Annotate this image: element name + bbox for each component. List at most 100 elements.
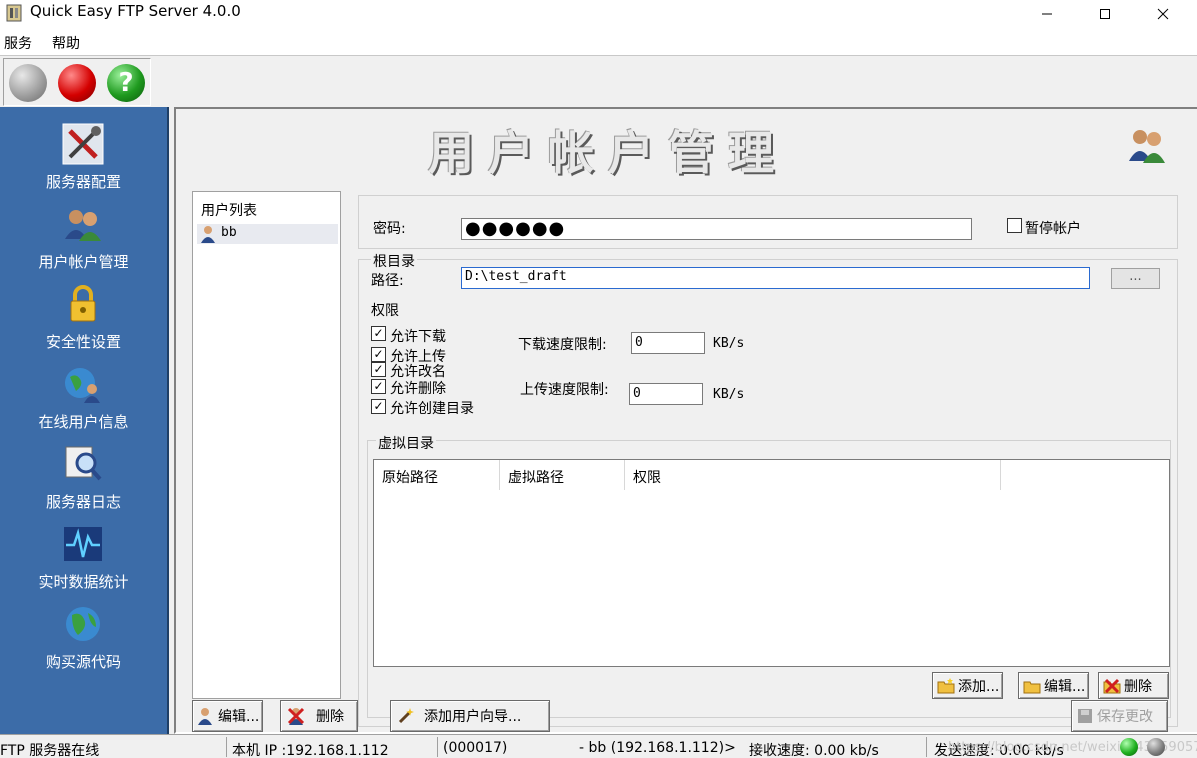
- sidebar-item-server-config[interactable]: 服务器配置: [0, 123, 167, 203]
- sidebar-item-server-log[interactable]: 服务器日志: [0, 443, 167, 523]
- sidebar-item-label: 购买源代码: [45, 653, 121, 671]
- edit-user-button[interactable]: 编辑...: [192, 700, 263, 732]
- connection-counter: (000017): [443, 740, 508, 756]
- menu-bar: 服务 帮助: [0, 27, 1197, 55]
- activity-indicator-icon: [1147, 738, 1165, 756]
- app-icon: [6, 4, 22, 22]
- sidebar-item-statistics[interactable]: 实时数据统计: [0, 523, 167, 603]
- permissions-title: 权限: [371, 303, 399, 319]
- allow-download-checkbox[interactable]: ✓: [371, 326, 386, 341]
- upload-limit-input[interactable]: 0: [629, 383, 703, 405]
- save-icon: [1078, 709, 1092, 723]
- delete-icon: [1103, 678, 1121, 693]
- status-bar: FTP 服务器在线 本机 IP :192.168.1.112 (000017) …: [0, 734, 1197, 758]
- download-limit-label: 下载速度限制:: [518, 337, 607, 353]
- root-group-label: 根目录: [371, 251, 417, 271]
- delete-user-label: 删除: [316, 709, 344, 725]
- allow-download-label: 允许下载: [390, 329, 446, 345]
- minimize-button[interactable]: [1024, 0, 1070, 27]
- pulse-icon: [64, 527, 102, 561]
- allow-delete-checkbox[interactable]: ✓: [371, 379, 386, 394]
- sidebar-item-label: 在线用户信息: [38, 413, 129, 431]
- download-limit-unit: KB/s: [713, 336, 745, 351]
- toolbar-button-group: ?: [3, 58, 151, 106]
- password-value: ●●●●●●: [465, 218, 566, 239]
- vdir-delete-label: 删除: [1124, 678, 1152, 695]
- question-icon: ?: [118, 68, 134, 98]
- add-user-wizard-button[interactable]: 添加用户向导...: [390, 700, 550, 732]
- upload-limit-unit: KB/s: [713, 387, 745, 402]
- column-header-source-path[interactable]: 原始路径: [374, 460, 500, 490]
- local-ip: 本机 IP :192.168.1.112: [232, 743, 389, 758]
- maximize-button[interactable]: [1082, 0, 1128, 27]
- menu-help[interactable]: 帮助: [52, 33, 80, 53]
- receive-speed: 接收速度: 0.00 kb/s: [749, 743, 879, 758]
- globe-users-icon: [65, 368, 100, 403]
- allow-mkdir-checkbox[interactable]: ✓: [371, 399, 386, 414]
- allow-rename-checkbox[interactable]: ✓: [371, 362, 386, 377]
- main-panel: 用户帐户管理 用户列表 bb 密码: ●●●●●● 暂停帐户 根目录 路径: D…: [174, 107, 1197, 734]
- folder-icon: [1023, 681, 1041, 693]
- allow-mkdir-label: 允许创建目录: [390, 401, 474, 417]
- maximize-icon: [1100, 8, 1110, 19]
- tools-icon: [62, 123, 104, 165]
- allow-delete-label: 允许删除: [390, 381, 446, 397]
- status-separator: [926, 737, 927, 757]
- folder-add-icon: [937, 677, 955, 693]
- users-icon: [1129, 130, 1165, 163]
- path-label: 路径:: [371, 273, 404, 289]
- suspend-account-label: 暂停帐户: [1025, 221, 1081, 237]
- virtual-directory-table[interactable]: 原始路径 虚拟路径 权限: [373, 459, 1170, 667]
- lock-icon: [70, 285, 96, 322]
- title-bar: Quick Easy FTP Server 4.0.0: [0, 0, 1197, 27]
- toolbar: ?: [0, 55, 1197, 107]
- status-separator: [226, 737, 227, 757]
- password-label: 密码:: [373, 221, 406, 237]
- upload-limit-value: 0: [633, 386, 641, 401]
- save-changes-button[interactable]: 保存更改: [1071, 700, 1168, 732]
- vdir-delete-button[interactable]: 删除: [1098, 672, 1169, 699]
- sidebar-item-user-accounts[interactable]: 用户帐户管理: [0, 203, 167, 283]
- delete-user-icon: [287, 707, 305, 725]
- start-server-button[interactable]: [9, 64, 47, 102]
- users-icon: [65, 210, 101, 241]
- download-limit-input[interactable]: 0: [631, 332, 705, 354]
- delete-user-button[interactable]: 删除: [280, 700, 358, 732]
- globe-icon: [66, 607, 100, 641]
- user-icon: [201, 226, 215, 243]
- vdir-add-button[interactable]: 添加...: [932, 672, 1003, 699]
- close-icon: [1157, 8, 1169, 19]
- path-input[interactable]: D:\test_draft: [461, 267, 1090, 289]
- virtual-directory-title: 虚拟目录: [376, 433, 436, 453]
- virtual-directory-group: 虚拟目录 原始路径 虚拟路径 权限 添加... 编辑... 删除: [367, 433, 1171, 718]
- help-button[interactable]: ?: [107, 64, 145, 102]
- user-list-header: 用户列表: [201, 203, 257, 219]
- list-item[interactable]: bb: [197, 224, 338, 244]
- stop-server-button[interactable]: [58, 64, 96, 102]
- online-indicator-icon: [1120, 738, 1138, 756]
- sidebar-item-buy-source[interactable]: 购买源代码: [0, 603, 167, 683]
- suspend-account-checkbox[interactable]: [1007, 218, 1022, 233]
- status-separator: [437, 737, 438, 757]
- user-list: 用户列表 bb: [192, 191, 341, 699]
- window-title: Quick Easy FTP Server 4.0.0: [30, 2, 241, 20]
- sidebar-item-label: 服务器日志: [45, 493, 121, 511]
- vdir-edit-button[interactable]: 编辑...: [1018, 672, 1089, 699]
- menu-service[interactable]: 服务: [4, 33, 32, 53]
- password-group: 密码: ●●●●●● 暂停帐户: [358, 195, 1178, 249]
- sidebar-item-online-users[interactable]: 在线用户信息: [0, 363, 167, 443]
- sidebar-item-label: 用户帐户管理: [38, 253, 129, 271]
- path-value: D:\test_draft: [465, 269, 567, 284]
- download-limit-value: 0: [635, 335, 643, 350]
- column-header-permissions[interactable]: 权限: [625, 460, 1001, 490]
- password-field[interactable]: ●●●●●●: [461, 218, 972, 240]
- upload-limit-label: 上传速度限制:: [520, 382, 609, 398]
- column-header-virtual-path[interactable]: 虚拟路径: [500, 460, 625, 490]
- close-button[interactable]: [1140, 0, 1186, 27]
- current-session: - bb (192.168.1.112)>: [579, 740, 736, 756]
- minimize-icon: [1042, 13, 1052, 14]
- server-status: FTP 服务器在线: [0, 743, 100, 758]
- allow-upload-checkbox[interactable]: ✓: [371, 347, 386, 362]
- browse-button[interactable]: ...: [1111, 268, 1160, 289]
- sidebar-item-security[interactable]: 安全性设置: [0, 283, 167, 363]
